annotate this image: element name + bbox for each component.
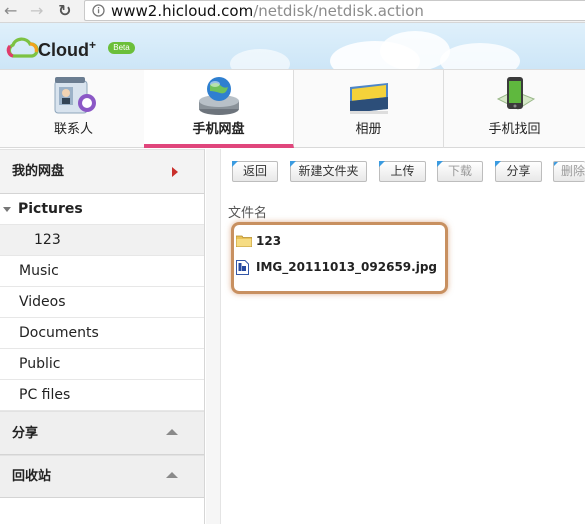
sidebar-item-pictures[interactable]: Pictures [0,194,204,225]
netdisk-icon [198,77,239,115]
browser-toolbar: ← → ↻ www2.hicloud.com/netdisk/netdisk.a… [0,0,585,23]
collapse-arrow-icon[interactable] [166,472,178,478]
sidebar-item-123[interactable]: 123 [0,225,204,256]
folder-icon [236,235,252,247]
sidebar-item-public[interactable]: Public [0,349,204,380]
sidebar-item-label: Public [19,356,61,372]
collapse-arrow-icon[interactable] [166,429,178,435]
sidebar-item-music[interactable]: Music [0,256,204,287]
address-url: www2.hicloud.com/netdisk/netdisk.action [111,1,424,21]
beta-badge: Beta [108,42,135,54]
sidebar-item-documents[interactable]: Documents [0,318,204,349]
phone-finder-icon [496,77,535,110]
cloud-decoration [440,43,520,69]
file-toolbar: 返回 新建文件夹 上传 下载 分享 删除 [222,149,585,192]
page-icon [92,4,105,17]
cloud-decoration [230,49,290,69]
sidebar-item-label: Documents [19,325,99,341]
tab-netdisk[interactable]: 手机网盘 [144,70,294,148]
tab-phone-finder[interactable]: 手机找回 [444,70,585,148]
tab-label: 手机网盘 [192,122,245,137]
sidebar-item-label: Music [19,263,59,279]
arrow-right-icon [172,167,178,177]
tab-label: 联系人 [53,122,93,137]
main-tabs: 联系人 手机网盘 相册 手机找回 [0,69,585,148]
new-folder-button[interactable]: 新建文件夹 [290,161,367,182]
sidebar-share-label: 分享 [12,426,39,441]
file-name[interactable]: 123 [256,231,281,251]
reload-icon[interactable]: ↻ [58,2,71,20]
logo-text: Cloud+ [38,38,96,61]
sidebar-item-label: Pictures [18,201,83,217]
back-arrow-icon[interactable]: ← [4,2,17,20]
sidebar: 我的网盘 Pictures 123 Music Videos Documents… [0,149,205,524]
sidebar-item-pc-files[interactable]: PC files [0,380,204,411]
sidebar-item-videos[interactable]: Videos [0,287,204,318]
file-name[interactable]: IMG_20111013_092659.jpg [256,257,437,277]
sidebar-item-label: 123 [34,232,61,248]
tab-label: 手机找回 [488,122,541,137]
file-panel: 返回 新建文件夹 上传 下载 分享 删除 文件名 123 IMG_2011101… [206,149,585,524]
sidebar-share[interactable]: 分享 [0,411,204,455]
column-header-filename[interactable]: 文件名 [228,202,267,221]
address-bar[interactable]: www2.hicloud.com/netdisk/netdisk.action [84,0,585,21]
sidebar-item-label: Videos [19,294,66,310]
album-icon [349,83,388,114]
delete-button[interactable]: 删除 [553,161,585,182]
expand-arrow-icon[interactable] [3,207,11,212]
share-button[interactable]: 分享 [495,161,542,182]
site-header: Cloud+ Beta [0,23,585,69]
image-file-icon [236,260,249,275]
tab-label: 相册 [355,122,382,137]
contacts-icon [54,77,96,114]
sidebar-recycle-label: 回收站 [12,469,52,484]
sidebar-my-disk[interactable]: 我的网盘 [0,149,204,194]
sidebar-item-label: PC files [19,387,71,403]
url-host: www2.hicloud.com [111,2,254,20]
tab-album[interactable]: 相册 [294,70,444,148]
download-button[interactable]: 下载 [437,161,483,182]
sidebar-my-disk-label: 我的网盘 [12,164,65,179]
sidebar-recycle-bin[interactable]: 回收站 [0,455,204,498]
logo-plus: + [89,38,97,52]
vertical-scrollbar[interactable] [206,149,221,524]
logo-word: Cloud [38,40,89,60]
back-button[interactable]: 返回 [232,161,278,182]
tab-contacts[interactable]: 联系人 [0,70,148,148]
url-path: /netdisk/netdisk.action [253,2,424,20]
upload-button[interactable]: 上传 [379,161,426,182]
forward-arrow-icon[interactable]: → [30,2,43,20]
cloud-logo-icon [6,37,39,58]
